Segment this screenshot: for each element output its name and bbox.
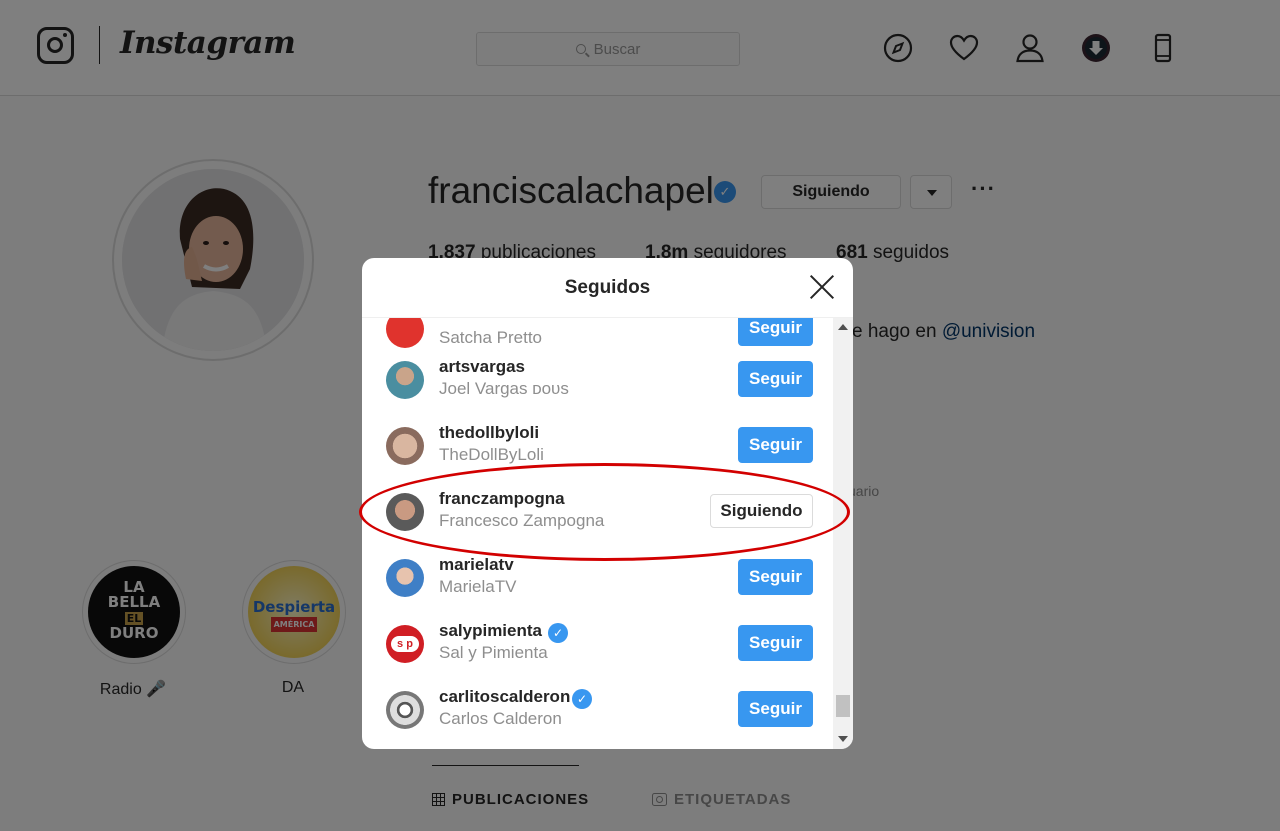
list-item: s p salypimienta ✓ Sal y Pimienta Seguir [362,610,832,676]
avatar[interactable] [386,361,424,399]
list-item-username[interactable]: salypimienta [439,621,542,641]
follow-button[interactable]: Seguir [738,559,813,595]
scrollbar[interactable] [833,318,853,749]
list-item-username[interactable]: marielatv [439,555,514,575]
avatar[interactable] [386,691,424,729]
list-item-username[interactable]: thedollbyloli [439,423,539,443]
scrollbar-thumb[interactable] [836,695,850,717]
list-item: artsvargas Joel Vargas ᴅᴏᴜs Seguir [362,346,832,412]
verified-badge-icon: ✓ [572,689,592,709]
avatar[interactable] [386,318,424,348]
follow-button[interactable]: Seguir [738,361,813,397]
follow-button[interactable]: Seguir [738,318,813,346]
list-item: thedollbyloli TheDollByLoli Seguir [362,412,832,478]
follow-button[interactable]: Seguir [738,427,813,463]
close-icon[interactable] [809,274,835,300]
dialog-header: Seguidos [362,258,853,318]
list-item-username[interactable]: franczampogna [439,489,565,509]
follow-button[interactable]: Seguir [738,625,813,661]
list-item-username[interactable]: carlitoscalderon [439,687,570,707]
dialog-title: Seguidos [564,277,651,298]
list-item: carlitoscalderon ✓ Carlos Calderon Segui… [362,676,832,742]
follow-button[interactable]: Seguir [738,691,813,727]
scroll-up-arrow-icon[interactable] [838,324,848,330]
list-item-fullname: TheDollByLoli [439,445,544,464]
list-item-fullname: Carlos Calderon [439,709,562,728]
avatar[interactable] [386,427,424,465]
scroll-down-arrow-icon[interactable] [838,736,848,742]
avatar[interactable]: s p [386,625,424,663]
list-item-fullname: MarielaTV [439,577,517,596]
following-dialog: Seguidos Satcha Pretto Seguir artsvargas… [362,258,853,749]
avatar[interactable] [386,493,424,531]
following-list[interactable]: Satcha Pretto Seguir artsvargas Joel Var… [362,318,853,749]
list-item-fullname: Sal y Pimienta [439,643,548,662]
list-item-fullname: Joel Vargas ᴅᴏᴜs [439,379,569,398]
list-item: franczampogna Francesco Zampogna Siguien… [362,478,832,544]
list-item-username[interactable]: artsvargas [439,357,525,377]
verified-badge-icon: ✓ [548,623,568,643]
following-button[interactable]: Siguiendo [710,494,813,528]
list-item-fullname: Francesco Zampogna [439,511,605,530]
list-item: marielatv MarielaTV Seguir [362,544,832,610]
avatar[interactable] [386,559,424,597]
